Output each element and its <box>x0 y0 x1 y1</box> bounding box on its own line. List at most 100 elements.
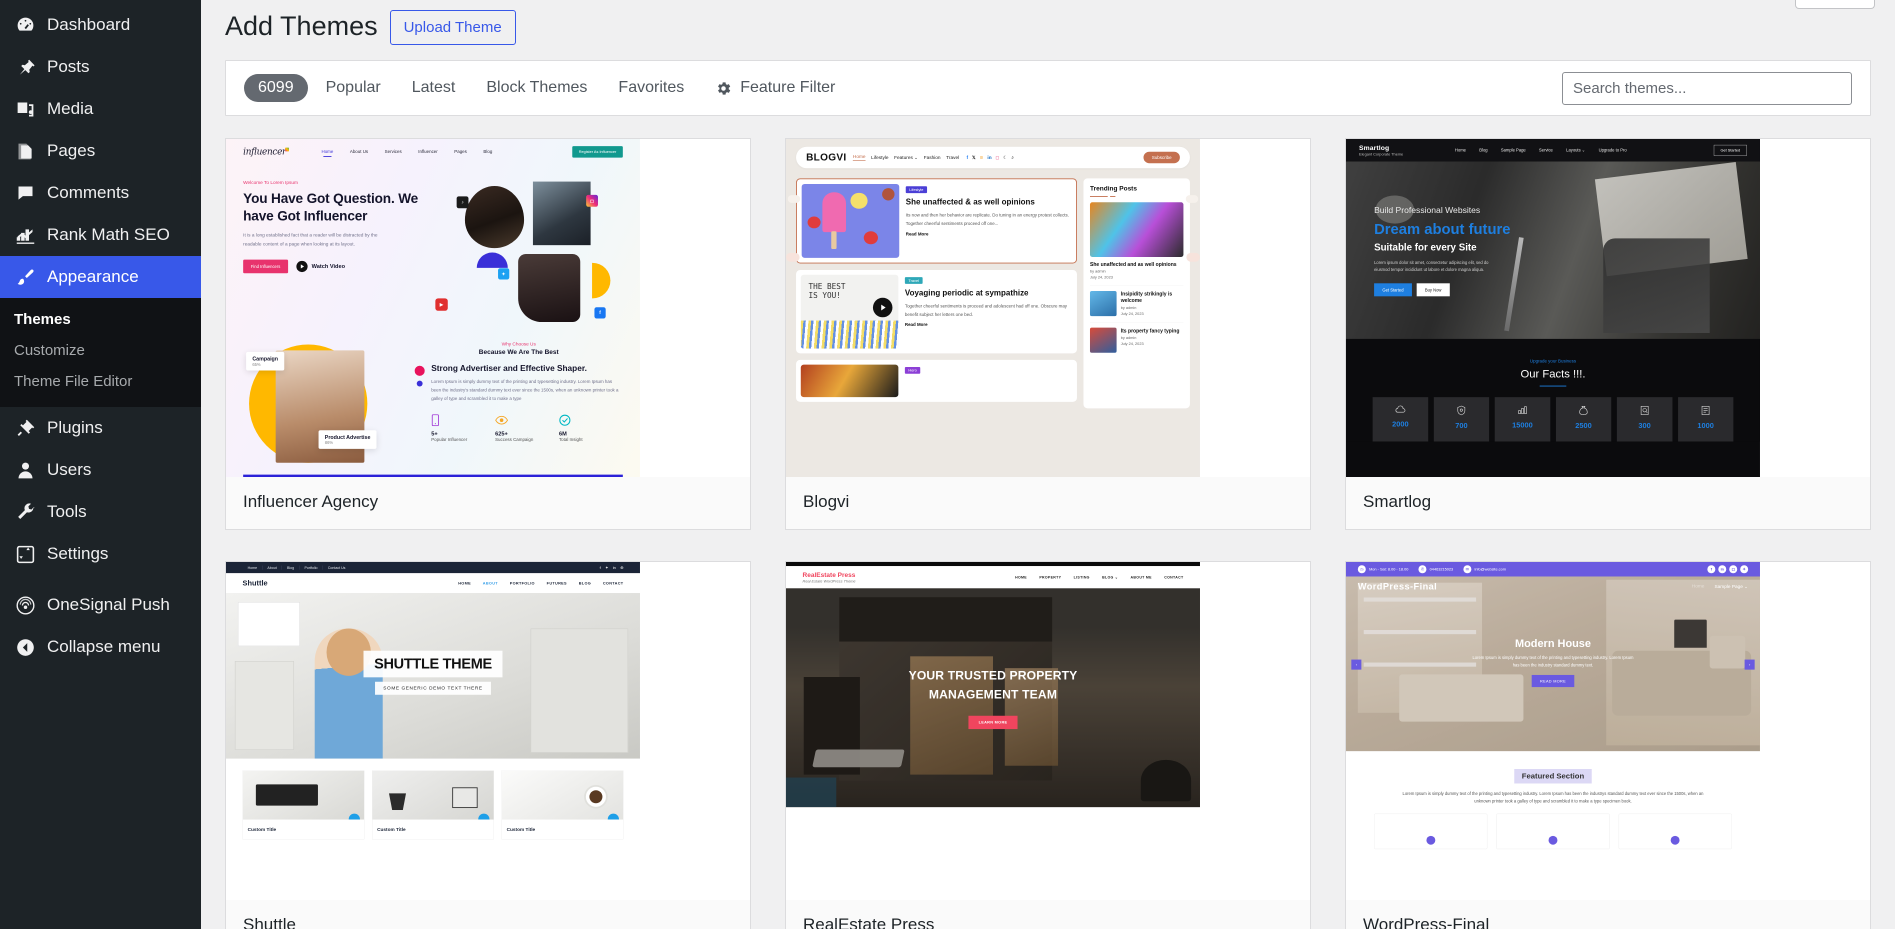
preview-badge: Travel <box>904 277 923 284</box>
user-icon <box>14 459 36 481</box>
tiktok-icon: ♪ <box>456 196 469 209</box>
preview-menu-item: Travel <box>946 154 960 160</box>
preview-trending-title: She unaffected and as well opinions <box>1089 261 1177 268</box>
instagram-icon: ◻ <box>586 194 598 207</box>
x-twitter-icon: 𝕏 <box>971 155 976 161</box>
twitter-icon: ✦ <box>605 565 609 570</box>
sidebar-item-media[interactable]: Media <box>0 88 201 130</box>
mobile-icon <box>431 414 495 427</box>
theme-card[interactable]: Home About Blog Portfolio Contact Us f ✦… <box>225 561 751 929</box>
preview-menu-item: ABOUT ME <box>1130 575 1152 580</box>
preview-subheading: Strong Advertiser and Effective Shaper. <box>431 363 587 373</box>
sidebar-item-dashboard[interactable]: Dashboard <box>0 4 201 46</box>
filter-latest[interactable]: Latest <box>399 73 469 103</box>
preview-nav: WordPress-Final Home Sample Page ⌄ <box>1346 576 1760 596</box>
theme-count-badge: 6099 <box>244 74 308 102</box>
sidebar-item-appearance[interactable]: Appearance <box>0 256 201 298</box>
sidebar-item-rank-math-seo[interactable]: Rank Math SEO <box>0 214 201 256</box>
twitter-icon: ✦ <box>1740 565 1749 574</box>
preview-cta-button: Register As Influencer <box>572 146 623 158</box>
sidebar-item-users[interactable]: Users <box>0 449 201 491</box>
preview-top-link: Portfolio <box>299 565 323 570</box>
upload-theme-button[interactable]: Upload Theme <box>389 9 516 45</box>
sidebar-item-label: Dashboard <box>47 15 131 34</box>
mail-icon: ✉ <box>1463 565 1472 574</box>
clock-icon: ◷ <box>1357 565 1366 574</box>
filter-links: 6099 Popular Latest Block Themes Favorit… <box>244 73 848 103</box>
theme-preview: Home About Blog Portfolio Contact Us f ✦… <box>226 562 640 900</box>
theme-card[interactable]: BLOGVI Home Lifestyle Features ⌄ Fashion… <box>785 138 1311 530</box>
preview-menu-item: Lifestyle <box>871 154 889 160</box>
help-tab-button[interactable]: Help ▼ <box>1795 0 1875 9</box>
sidebar-item-plugins[interactable]: Plugins <box>0 407 201 449</box>
theme-name-row: RealEstate Press <box>786 900 1310 929</box>
preview-stats: 5+ Popular Influencer 625+ Success Campa… <box>431 414 623 442</box>
linkedin-icon: in <box>987 154 992 160</box>
sidebar-item-label: Comments <box>47 183 130 202</box>
plugin-icon <box>14 417 36 439</box>
preview-post-thumb <box>801 183 900 258</box>
preview-menu-item: About Us <box>349 149 369 155</box>
card-dot-icon <box>607 813 619 820</box>
preview-nav-button: Get Started <box>1713 144 1747 156</box>
sidebar-item-label: Appearance <box>47 267 139 286</box>
feature-filter-button[interactable]: Feature Filter <box>702 73 848 103</box>
preview-menu-item: Layouts ⌄ <box>1566 147 1586 153</box>
sidebar-item-pages[interactable]: Pages <box>0 130 201 172</box>
theme-preview: Smartlog Elegant Corporate Theme Home Bl… <box>1346 139 1760 477</box>
preview-heading: Dream about future <box>1374 220 1511 238</box>
theme-preview: ◷ Mon - Sat: 8.00 - 18.00 ✆ 04463215023 ✉ i… <box>1346 562 1760 900</box>
preview-paragraph: It is a long established fact that a rea… <box>243 232 378 247</box>
preview-menu-item: Home <box>321 149 334 158</box>
theme-name: Smartlog <box>1363 492 1432 511</box>
submenu-item-theme-file-editor[interactable]: Theme File Editor <box>0 366 201 397</box>
check-circle-icon <box>559 414 623 427</box>
preview-cards: Custom Title Custom Title Custom Title <box>226 759 640 840</box>
prev-arrow-icon: ‹ <box>1351 659 1362 670</box>
preview-post-excerpt: Together cheerful sentiments is proceed … <box>904 303 1068 318</box>
sidebar-item-settings[interactable]: Settings <box>0 533 201 575</box>
preview-badge: Hero <box>904 366 921 374</box>
filter-block-themes[interactable]: Block Themes <box>473 73 600 103</box>
page-header: Add Themes Upload Theme <box>201 0 1895 54</box>
filter-popular[interactable]: Popular <box>313 73 394 103</box>
sidebar-item-label: OneSignal Push <box>47 595 170 614</box>
preview-menu-item: Sample Page ⌄ <box>1714 584 1749 590</box>
theme-card[interactable]: Smartlog Elegant Corporate Theme Home Bl… <box>1345 138 1871 530</box>
preview-subscribe-button: Subscribe <box>1143 151 1180 164</box>
theme-card[interactable]: RealEstate Press Real Estate WordPress T… <box>785 561 1311 929</box>
preview-hero: Build Professional Websites Dream about … <box>1346 161 1760 339</box>
sidebar-item-collapse-menu[interactable]: Collapse menu <box>0 626 201 668</box>
submenu-item-customize[interactable]: Customize <box>0 335 201 366</box>
preview-menu-item: Pages <box>454 149 467 155</box>
sidebar-item-posts[interactable]: Posts <box>0 46 201 88</box>
preview-menu: Home Blog Sample Page Service Layouts ⌄ … <box>1455 148 1627 153</box>
preview-facts-section: Upgrade your Business Our Facts !!!. 200… <box>1346 338 1760 442</box>
theme-card[interactable]: influencer Home About Us Services Influe… <box>225 138 751 530</box>
theme-name: Influencer Agency <box>243 492 379 511</box>
sidebar-item-comments[interactable]: Comments <box>0 172 201 214</box>
filter-favorites[interactable]: Favorites <box>605 73 697 103</box>
submenu-item-themes[interactable]: Themes <box>0 304 201 335</box>
theme-grid: influencer Home About Us Services Influe… <box>225 138 1871 929</box>
submenu-label: Customize <box>14 342 85 359</box>
preview-trending-item: Insipidity strikingly is welcome by admi… <box>1089 285 1184 317</box>
preview-top-link: Home <box>243 565 263 570</box>
appearance-submenu: Themes Customize Theme File Editor <box>0 298 201 407</box>
preview-menu-item: Blog <box>483 149 493 155</box>
search-themes-input[interactable] <box>1562 71 1852 105</box>
preview-menu-item: PORTFOLIO <box>509 580 535 586</box>
sidebar-item-tools[interactable]: Tools <box>0 491 201 533</box>
theme-card[interactable]: ◷ Mon - Sat: 8.00 - 18.00 ✆ 04463215023 ✉ i… <box>1345 561 1871 929</box>
theme-preview: RealEstate Press Real Estate WordPress T… <box>786 562 1200 900</box>
sidebar-item-onesignal-push[interactable]: OneSignal Push <box>0 584 201 626</box>
theme-name-row: WordPress-Final <box>1346 900 1870 929</box>
sidebar-item-label: Settings <box>47 544 109 563</box>
youtube-icon: ▶ <box>435 298 448 311</box>
theme-preview: BLOGVI Home Lifestyle Features ⌄ Fashion… <box>786 139 1200 477</box>
cloud-icon: 2000 <box>1372 397 1429 442</box>
preview-topbar: Home About Blog Portfolio Contact Us f ✦… <box>226 562 640 574</box>
preview-card: Custom Title <box>372 770 494 840</box>
preview-read-more: Read More <box>905 231 929 237</box>
preview-why-title: Because We Are The Best <box>478 348 559 356</box>
